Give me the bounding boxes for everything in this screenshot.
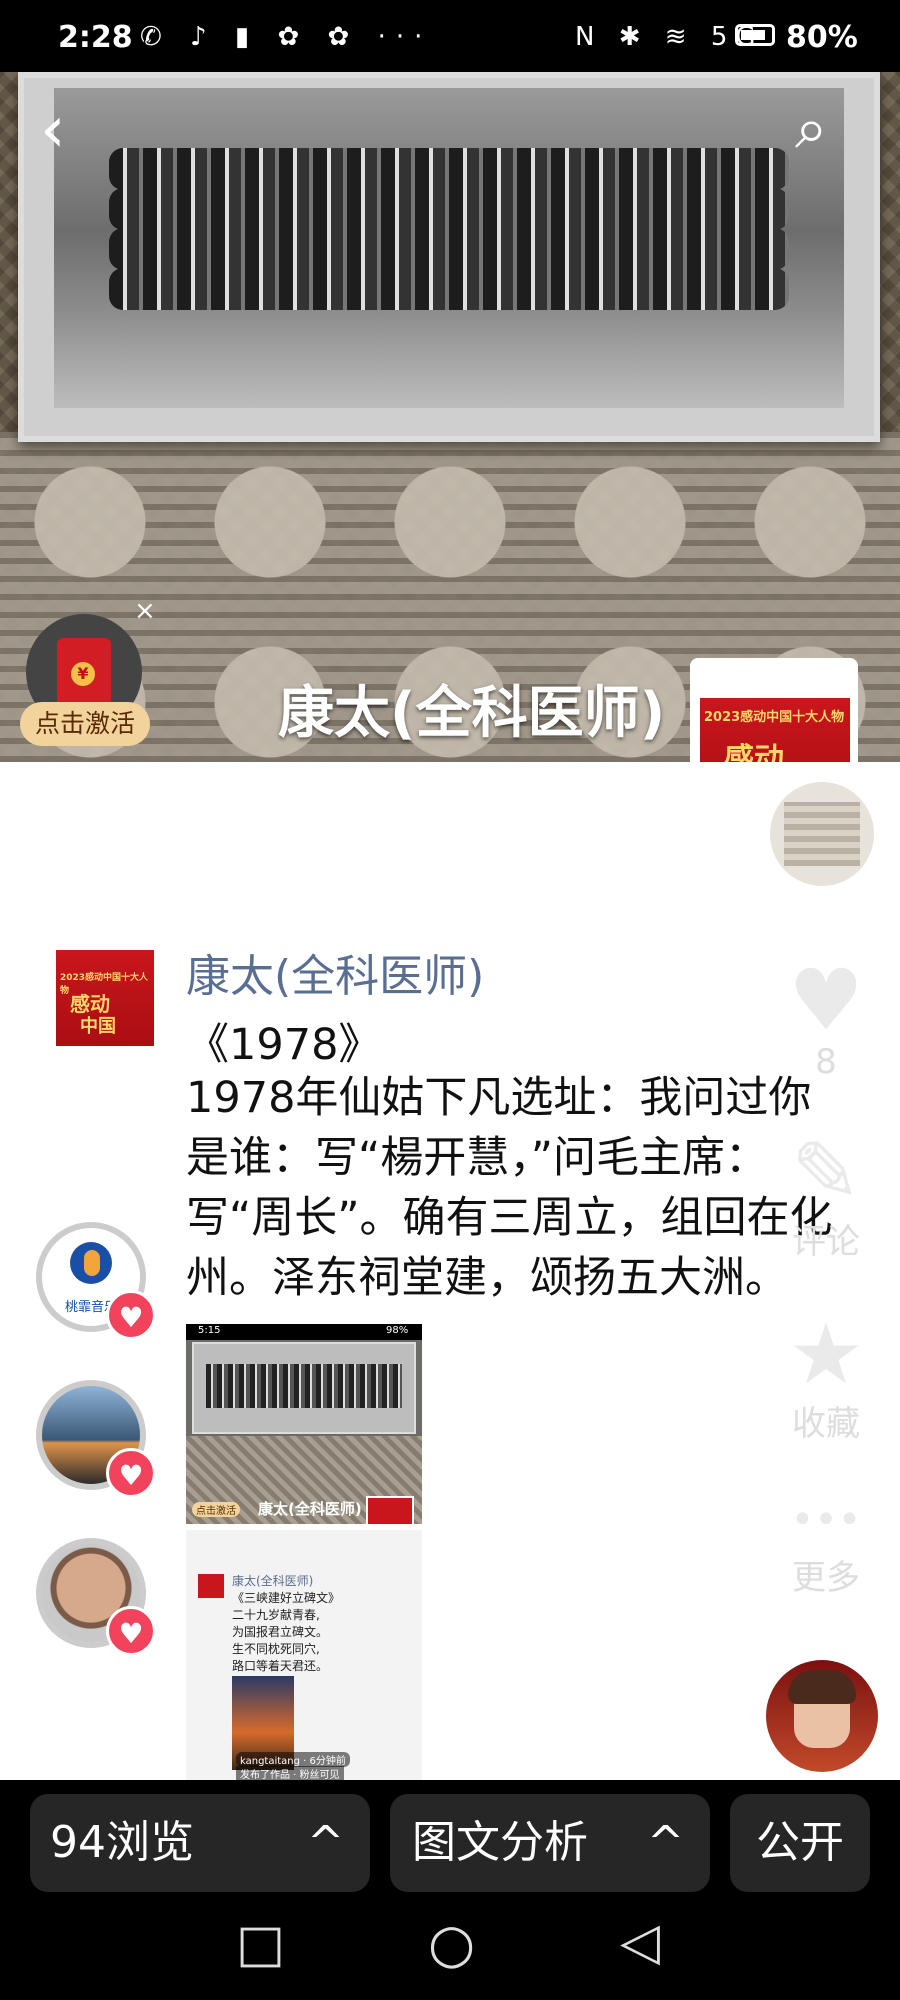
coin-icon: ¥ <box>71 662 95 686</box>
search-icon[interactable]: ⌕ <box>795 96 827 160</box>
views-label: 94浏览 <box>50 1817 194 1868</box>
shot-battery: 98% <box>386 1325 409 1336</box>
status-bar: 2:28 ✆ ♪ ▮ ✿ ✿ ··· N ✱ ≋ 5G 80% <box>0 0 900 72</box>
collect-label: 收藏 <box>792 1404 860 1444</box>
comment-button[interactable]: ✎ 评论 <box>766 1130 886 1263</box>
analysis-button[interactable]: 图文分析 ^ <box>390 1794 710 1892</box>
attached-image-2[interactable]: 康太(全科医师) 《三峡建好立碑文》 二十九岁献青春, 为国报君立碑文。 生不同… <box>186 1530 422 1780</box>
battery-percent: 80% <box>786 20 858 55</box>
recent-apps-icon[interactable]: □ <box>236 1914 285 1974</box>
cover-author-name: 康太(全科医师) <box>278 681 666 746</box>
notification-icons: ✆ ♪ ▮ ✿ ✿ ··· <box>140 22 433 52</box>
back-nav-icon[interactable]: ◁ <box>620 1912 660 1972</box>
post-author[interactable]: 康太(全科医师) <box>186 940 484 1004</box>
photo-frame <box>18 72 880 442</box>
floating-avatar[interactable] <box>766 1660 878 1772</box>
shot2-footer: kangtaitang · 6分钟前 <box>236 1752 350 1767</box>
system-nav-bar: □ ○ ◁ <box>0 1900 900 2000</box>
battery-icon <box>735 24 775 46</box>
poster-word-2: 中国 <box>80 1016 116 1037</box>
author-avatar[interactable] <box>766 778 878 890</box>
heart-icon: ♥ <box>106 1290 156 1340</box>
shot2-text: 《三峡建好立碑文》 二十九岁献青春, 为国报君立碑文。 生不同枕死同穴, 路口等… <box>232 1591 341 1673</box>
close-icon[interactable]: × <box>134 596 156 626</box>
back-icon[interactable]: ‹ <box>40 98 66 162</box>
public-button[interactable]: 公开 <box>730 1794 870 1892</box>
poster-caption: 2023感动中国十大人物 <box>704 710 845 725</box>
post-body: 1978年仙姑下凡选址：我问过你是谁：写“楊开慧，”问毛主席：写“周长”。确有三… <box>186 1073 833 1303</box>
home-icon[interactable]: ○ <box>428 1912 475 1975</box>
more-icon: ••• <box>790 1497 862 1543</box>
chevron-up-icon: ^ <box>307 1817 344 1868</box>
attached-image-1[interactable]: 5:15 98% 点击激活 康太(全科医师) <box>186 1324 422 1524</box>
shot-activate-pill: 点击激活 <box>192 1502 240 1517</box>
status-time: 2:28 <box>58 20 133 55</box>
shot2-footer-2: 发布了作品 · 粉丝可见 <box>236 1766 344 1780</box>
analysis-label: 图文分析 <box>412 1817 588 1868</box>
shot-time: 5:15 <box>198 1325 221 1336</box>
like-button[interactable]: ♥ 8 <box>766 958 886 1082</box>
comment-label: 评论 <box>792 1222 860 1262</box>
views-button[interactable]: 94浏览 ^ <box>30 1794 370 1892</box>
heart-icon: ♥ <box>106 1448 156 1498</box>
heart-icon: ♥ <box>106 1606 156 1656</box>
post-poster-thumbnail[interactable]: 2023感动中国十大人物 感动 中国 <box>56 950 154 1046</box>
comment-icon: ✎ <box>790 1123 862 1221</box>
like-count: 8 <box>815 1042 837 1082</box>
more-button[interactable]: ••• 更多 <box>766 1490 886 1599</box>
group-photo <box>54 88 844 408</box>
shot-author-name: 康太(全科医师) <box>258 1500 362 1518</box>
more-label: 更多 <box>792 1558 860 1598</box>
collect-button[interactable]: ★ 收藏 <box>766 1312 886 1445</box>
chevron-up-icon: ^ <box>647 1817 684 1868</box>
post-title: 《1978》 <box>186 1020 382 1070</box>
shot2-author: 康太(全科医师) <box>232 1574 314 1588</box>
star-icon: ★ <box>788 1305 864 1403</box>
activate-button[interactable]: 点击激活 <box>20 702 150 746</box>
heart-icon: ♥ <box>788 951 864 1049</box>
bottom-toolbar: 94浏览 ^ 图文分析 ^ 公开 <box>0 1780 900 1900</box>
